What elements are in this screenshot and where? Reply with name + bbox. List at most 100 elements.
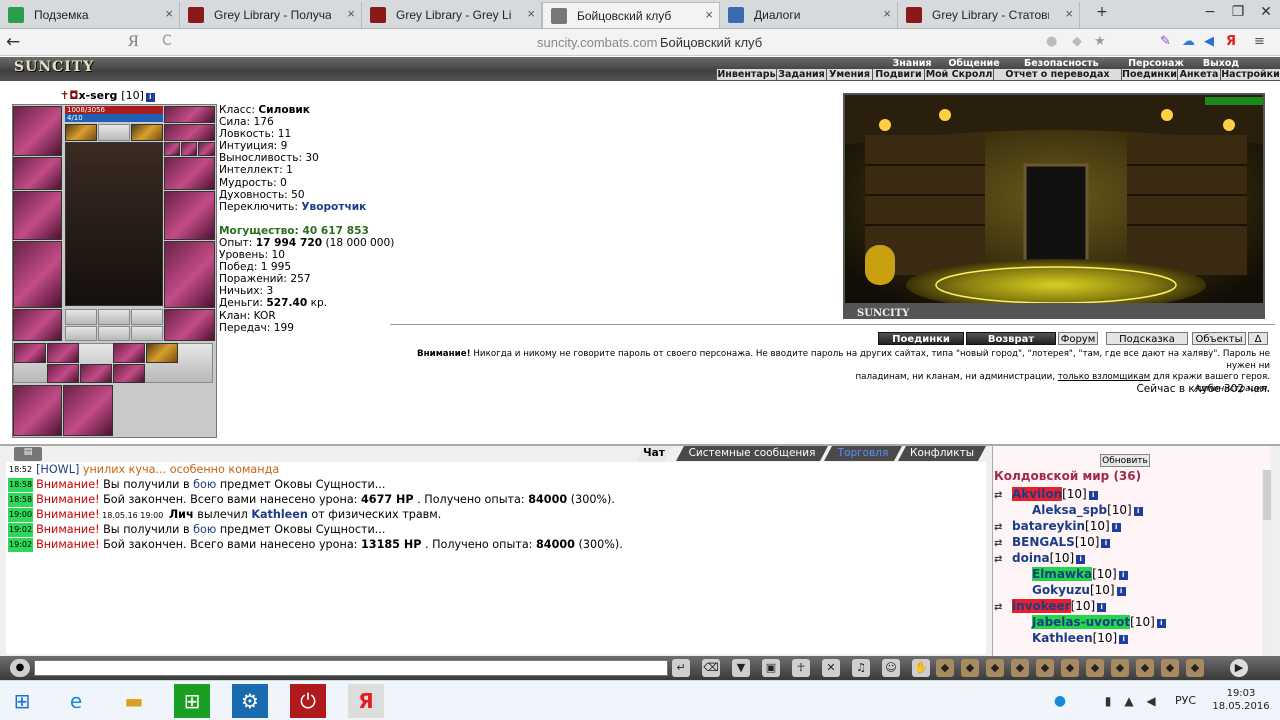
eraser-icon[interactable]: ⌫ xyxy=(702,659,720,677)
user-info-icon[interactable]: i xyxy=(1111,523,1121,532)
boots-slot[interactable] xyxy=(164,309,215,341)
forum-button[interactable]: Форум xyxy=(1058,332,1098,345)
pen-icon[interactable]: ✎ xyxy=(1160,34,1171,49)
character-figure[interactable] xyxy=(65,142,163,306)
rune-1-icon[interactable]: ◆ xyxy=(936,659,954,677)
back-arrow-icon[interactable]: ← xyxy=(6,32,20,52)
tab-close-icon[interactable]: × xyxy=(165,6,173,21)
cloud-icon[interactable]: ☁ xyxy=(1182,34,1195,49)
ring-slot-1[interactable] xyxy=(164,142,180,156)
user-list-item[interactable]: ⇄ BENGALS[10] i xyxy=(994,535,1111,551)
user-name[interactable]: Gokyuzu xyxy=(1032,583,1090,597)
user-name[interactable]: Akvilon xyxy=(1012,487,1063,501)
user-name[interactable]: Aleksa_spb xyxy=(1032,503,1107,517)
chat-tab[interactable]: Конфликты xyxy=(898,446,986,461)
user-name[interactable]: invokeer xyxy=(1012,599,1071,613)
belt-item-4[interactable] xyxy=(113,364,145,383)
clock[interactable]: 19:03 18.05.2016 xyxy=(1212,687,1270,713)
app-icon[interactable]: ⚙ xyxy=(232,684,268,718)
user-info-icon[interactable]: i xyxy=(1101,539,1111,548)
user-list-item[interactable]: Aleksa_spb[10] i xyxy=(1014,503,1143,518)
delta-button[interactable]: Δ xyxy=(1248,332,1268,345)
chat-printer-icon[interactable]: ▤ xyxy=(14,447,42,461)
user-info-icon[interactable]: i xyxy=(1133,507,1143,516)
store-icon[interactable]: ⊞ xyxy=(174,684,210,718)
switch-link[interactable]: Уворотчик xyxy=(301,201,366,213)
user-info-icon[interactable]: i xyxy=(1076,555,1086,564)
power-app-icon[interactable]: ⏻ xyxy=(290,684,326,718)
tab-close-icon[interactable]: × xyxy=(527,6,535,21)
belt-slot[interactable] xyxy=(13,309,62,341)
info-icon[interactable]: i xyxy=(145,93,155,102)
bookmark-star-icon[interactable]: ★ xyxy=(1094,34,1106,49)
user-list-item[interactable]: Elmawka[10] i xyxy=(1014,567,1128,582)
user-info-icon[interactable]: i xyxy=(1116,587,1126,596)
game-menu-item[interactable]: Общение xyxy=(946,58,1002,69)
tab-close-icon[interactable]: × xyxy=(883,6,891,21)
user-name[interactable]: Elmawka xyxy=(1032,567,1093,581)
ring-slot-3[interactable] xyxy=(198,142,215,156)
user-list-item[interactable]: Gokyuzu[10] i xyxy=(1014,583,1126,598)
gesture-icon[interactable]: ✋ xyxy=(912,659,930,677)
wifi-icon[interactable]: ▲ xyxy=(1120,684,1138,718)
earring-slot[interactable] xyxy=(164,106,215,123)
windows-start-icon[interactable]: ⊞ xyxy=(4,684,40,718)
rune-4-icon[interactable]: ◆ xyxy=(1011,659,1029,677)
return-button[interactable]: Возврат xyxy=(966,332,1056,345)
tab-close-icon[interactable]: × xyxy=(347,6,355,21)
folder-icon[interactable]: ▬ xyxy=(116,684,152,718)
close-window-button[interactable]: ✕ xyxy=(1252,4,1280,20)
rune-11-icon[interactable]: ◆ xyxy=(1186,659,1204,677)
empty-slot[interactable] xyxy=(98,326,130,341)
belt-item-2[interactable] xyxy=(47,364,79,383)
game-menu-item[interactable]: Знания xyxy=(889,58,935,69)
empty-slot[interactable] xyxy=(131,309,163,325)
belt-item-3[interactable] xyxy=(80,364,112,383)
game-submenu-item[interactable]: Настройки xyxy=(1220,69,1280,80)
tab-close-icon[interactable]: × xyxy=(705,7,713,22)
user-list-item[interactable]: ⇄ doina[10] i xyxy=(994,551,1086,567)
menu-icon[interactable]: ≡ xyxy=(1254,34,1265,49)
game-submenu-item[interactable]: Задания xyxy=(776,69,826,80)
walk-icon[interactable]: ☥ xyxy=(792,659,810,677)
rune-5-icon[interactable]: ◆ xyxy=(1036,659,1054,677)
game-submenu-item[interactable]: Инвентарь xyxy=(716,69,776,80)
rune-7-icon[interactable]: ◆ xyxy=(1086,659,1104,677)
rune-9-icon[interactable]: ◆ xyxy=(1136,659,1154,677)
chat-text[interactable]: Kathleen xyxy=(251,508,308,521)
update-button[interactable]: Обновить xyxy=(1100,454,1150,467)
empty-slot[interactable] xyxy=(65,326,97,341)
objects-button[interactable]: Объекты xyxy=(1192,332,1246,345)
browser-tab[interactable]: Бойцовский клуб × xyxy=(542,2,720,28)
browser-tab[interactable]: Grey Library - Статовые бону × xyxy=(898,2,1080,28)
mute-icon[interactable]: ✕ xyxy=(822,659,840,677)
ring-slot-2[interactable] xyxy=(181,142,197,156)
belt-item-potion[interactable] xyxy=(47,343,79,363)
rune-6-icon[interactable]: ◆ xyxy=(1061,659,1079,677)
user-info-icon[interactable]: i xyxy=(1088,491,1098,500)
user-list-item[interactable]: Jabelas-uvorot[10] i xyxy=(1014,615,1166,630)
music-icon[interactable]: ♫ xyxy=(852,659,870,677)
game-submenu-item[interactable]: Подвиги xyxy=(872,69,924,80)
armor-slot[interactable] xyxy=(13,241,62,308)
battery-icon[interactable]: ▮ xyxy=(1100,684,1116,718)
gloves-slot[interactable] xyxy=(164,157,215,190)
bracers-slot[interactable] xyxy=(13,157,62,190)
yandex-icon[interactable]: Я xyxy=(1226,34,1236,49)
user-name[interactable]: BENGALS xyxy=(1012,535,1075,549)
url-text[interactable]: suncity.combats.com xyxy=(537,35,657,50)
game-submenu-item[interactable]: Отчет о переводах xyxy=(993,69,1121,80)
new-tab-button[interactable]: + xyxy=(1088,4,1116,20)
minimize-button[interactable]: − xyxy=(1196,4,1224,20)
browser-tab[interactable]: Диалоги × xyxy=(720,2,898,28)
game-submenu-item[interactable]: Умения xyxy=(826,69,872,80)
volume-icon[interactable]: ◀ xyxy=(1142,684,1160,718)
chat-text[interactable]: бою xyxy=(193,478,216,491)
user-list-item[interactable]: Kathleen[10] i xyxy=(1014,631,1129,646)
reload-icon[interactable]: C xyxy=(162,33,172,49)
character-nick[interactable]: ✝◘x-serg [10] i xyxy=(60,89,155,102)
rune-10-icon[interactable]: ◆ xyxy=(1161,659,1179,677)
user-info-icon[interactable]: i xyxy=(1097,603,1107,612)
game-menu-item[interactable]: Персонаж xyxy=(1124,58,1188,69)
user-list-item[interactable]: ⇄ invokeer[10] i xyxy=(994,599,1107,615)
